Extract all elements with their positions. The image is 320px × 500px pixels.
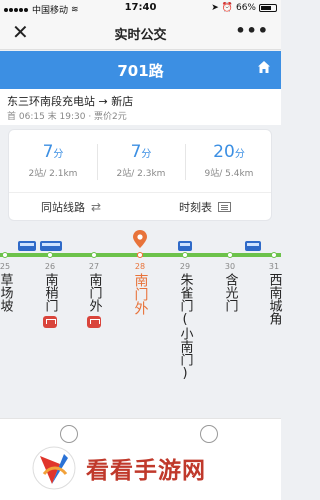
stop-item[interactable]: 26 南稍门 bbox=[38, 262, 62, 328]
list-icon bbox=[218, 202, 231, 212]
schedule-label: 首 06:15 末 19:30 · 票价2元 bbox=[7, 112, 127, 122]
stop-item[interactable]: 31 西南城角 bbox=[262, 262, 286, 325]
direction-info[interactable]: 东三环南段充电站 → 新店 首 06:15 末 19:30 · 票价2元 bbox=[0, 89, 281, 125]
stop-name: 草场坡 bbox=[0, 273, 13, 312]
location-icon: ➤ bbox=[211, 3, 219, 13]
stop-node bbox=[91, 252, 97, 258]
metro-icon bbox=[87, 316, 101, 328]
refresh-icon[interactable] bbox=[200, 425, 218, 443]
nav-bar: ✕ 实时公交 ••• bbox=[0, 16, 281, 50]
arrival-minutes: 7分 bbox=[130, 142, 152, 162]
arrival-distance: 2站/ 2.3km bbox=[116, 169, 166, 179]
stop-item[interactable]: 29 朱雀门(小南门) bbox=[173, 262, 197, 381]
watermark-logo-icon bbox=[32, 446, 76, 490]
watermark: 看看手游网 bbox=[30, 444, 206, 492]
stop-number: 27 bbox=[88, 262, 100, 271]
stop-node bbox=[137, 252, 143, 258]
stop-name: 含光门 bbox=[222, 273, 238, 312]
arrival-minutes: 7分 bbox=[42, 142, 64, 162]
stop-number: 26 bbox=[44, 262, 56, 271]
bus-icon[interactable] bbox=[245, 241, 261, 251]
status-bar: 中国移动 ≋ 17:40 ➤ ⏰ 66% bbox=[0, 0, 281, 16]
stop-item[interactable]: 25 草场坡 bbox=[0, 262, 17, 312]
arrival-item[interactable]: 20分 9站/ 5.4km bbox=[185, 142, 273, 179]
same-station-button[interactable]: 同站线路 ⇄ bbox=[41, 194, 101, 220]
route-name: 701路 bbox=[117, 62, 164, 80]
stop-node bbox=[271, 252, 277, 258]
stop-node bbox=[182, 252, 188, 258]
stop-item-current[interactable]: 28 南门外 bbox=[128, 262, 152, 315]
route-header: 701路 bbox=[0, 51, 281, 89]
same-station-label: 同站线路 bbox=[41, 201, 85, 214]
stop-number: 30 bbox=[224, 262, 236, 271]
stop-number: 29 bbox=[179, 262, 191, 271]
location-pin-icon bbox=[133, 230, 147, 248]
status-right: ➤ ⏰ 66% bbox=[211, 3, 277, 13]
line-diagram: 25 草场坡 26 南稍门 27 南门外 28 南门外 29 朱雀门(小南门) … bbox=[0, 230, 282, 390]
bus-icon[interactable] bbox=[40, 241, 62, 251]
timetable-label: 时刻表 bbox=[179, 201, 212, 214]
stop-name: 西南城角 bbox=[266, 273, 282, 325]
bus-icon[interactable] bbox=[18, 241, 36, 251]
alarm-icon: ⏰ bbox=[221, 3, 233, 13]
swap-icon: ⇄ bbox=[91, 200, 102, 214]
direction-label: 东三环南段充电站 → 新店 bbox=[7, 95, 134, 108]
stop-number: 25 bbox=[0, 262, 11, 271]
arrival-minutes: 20分 bbox=[213, 142, 245, 162]
divider bbox=[9, 192, 271, 193]
stop-item[interactable]: 30 含光门 bbox=[218, 262, 242, 312]
stop-node bbox=[2, 252, 8, 258]
arrival-distance: 2站/ 2.1km bbox=[28, 169, 78, 179]
arrival-card: 7分 2站/ 2.1km 7分 2站/ 2.3km 20分 9站/ 5.4km … bbox=[8, 129, 272, 221]
battery-label: 66% bbox=[235, 3, 256, 13]
stop-node bbox=[227, 252, 233, 258]
stop-name: 南门外 bbox=[86, 273, 102, 312]
arrival-distance: 9站/ 5.4km bbox=[204, 169, 254, 179]
track-line bbox=[143, 253, 281, 257]
arrival-item[interactable]: 7分 2站/ 2.1km bbox=[9, 142, 97, 179]
metro-icon bbox=[43, 316, 57, 328]
track-line bbox=[0, 253, 137, 257]
bus-icon[interactable] bbox=[178, 241, 192, 251]
stop-number: 31 bbox=[268, 262, 280, 271]
more-icon[interactable]: ••• bbox=[235, 21, 269, 40]
battery-icon bbox=[259, 4, 277, 12]
stop-name: 南门外 bbox=[132, 273, 149, 315]
stop-name: 南稍门 bbox=[42, 273, 58, 312]
stop-item[interactable]: 27 南门外 bbox=[82, 262, 106, 328]
timetable-button[interactable]: 时刻表 bbox=[179, 194, 231, 220]
watermark-text: 看看手游网 bbox=[86, 458, 206, 484]
home-icon[interactable] bbox=[257, 60, 271, 74]
stop-node bbox=[47, 252, 53, 258]
stop-number: 28 bbox=[134, 262, 146, 271]
arrival-item[interactable]: 7分 2站/ 2.3km bbox=[97, 142, 185, 179]
favorite-icon[interactable] bbox=[60, 425, 78, 443]
stop-name: 朱雀门(小南门) bbox=[177, 273, 193, 381]
